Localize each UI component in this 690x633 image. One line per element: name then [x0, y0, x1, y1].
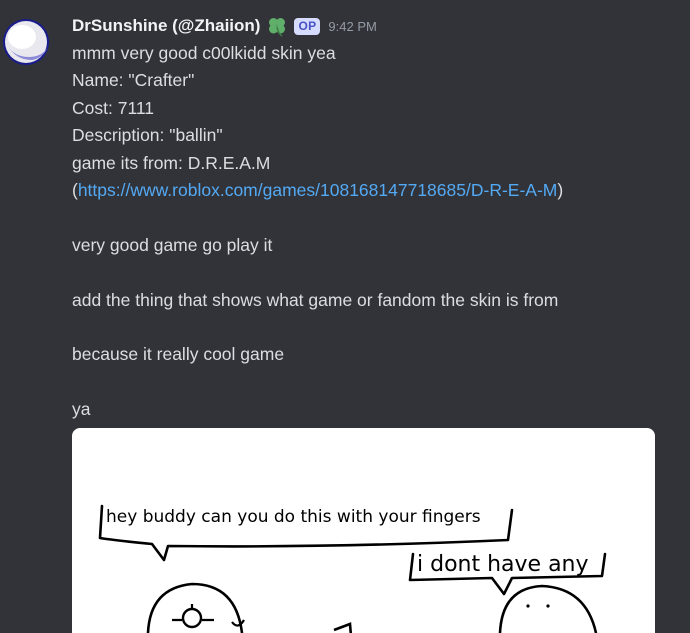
game-link[interactable]: https://www.roblox.com/games/10816814771… — [78, 180, 558, 200]
message-timestamp[interactable]: 9:42 PM — [328, 19, 376, 34]
message-line-link: (https://www.roblox.com/games/1081681477… — [72, 177, 672, 204]
character-right-head — [498, 584, 598, 633]
paren-close: ) — [557, 180, 564, 201]
message-content: DrSunshine (@Zhaiion) OP 9:42 PM mmm ver… — [72, 12, 672, 424]
comic-drawing: hey buddy can you do this with your fing… — [98, 504, 607, 633]
op-badge: OP — [294, 17, 321, 35]
message-line: mmm very good c00lkidd skin yea — [72, 43, 336, 63]
message-line: game its from: D.R.E.A.M — [72, 152, 271, 173]
message-line: Description: "ballin" — [72, 125, 223, 146]
message-line: add the thing that shows what game or fa… — [72, 289, 559, 310]
image-attachment[interactable]: hey buddy can you do this with your fing… — [72, 428, 655, 633]
character-left-eye — [181, 607, 203, 629]
username[interactable]: DrSunshine (@Zhaiion) — [72, 16, 260, 36]
clover-icon — [269, 18, 286, 37]
message-line: ya — [72, 399, 91, 420]
bubble-text-left: hey buddy can you do this with your fing… — [106, 507, 481, 527]
message-header: DrSunshine (@Zhaiion) OP 9:42 PM — [72, 12, 672, 40]
message-body: mmm very good c00lkidd skin yea Name: "C… — [72, 40, 672, 424]
message-line: because it really cool game — [72, 344, 285, 365]
message-line: very good game go play it — [72, 234, 273, 255]
message-line: Name: "Crafter" — [72, 70, 195, 91]
character-right-eye — [526, 604, 530, 608]
scribble-mark — [333, 622, 353, 633]
bubble-text-right: i dont have any — [417, 552, 589, 577]
chat-message: DrSunshine (@Zhaiion) OP 9:42 PM mmm ver… — [0, 0, 690, 633]
character-right-eye — [546, 604, 550, 608]
user-avatar[interactable] — [0, 14, 52, 70]
message-line: Cost: 7111 — [72, 97, 155, 118]
